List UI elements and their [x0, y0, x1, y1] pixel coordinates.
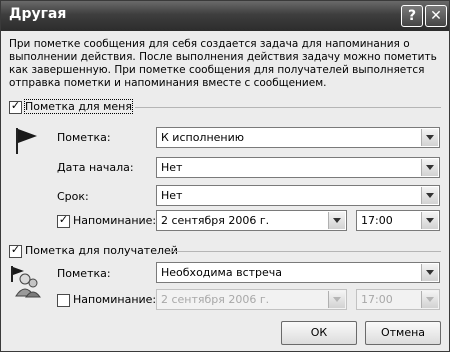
- description-text: При пометке сообщения для себя создается…: [9, 38, 437, 89]
- self-reminder-date-select[interactable]: 2 сентября 2006 г.: [156, 210, 347, 231]
- self-reminder-time-select[interactable]: 17:00: [356, 210, 440, 231]
- start-date-select[interactable]: Нет: [156, 157, 440, 178]
- recipient-flag-icon: [11, 266, 41, 298]
- self-flag-checkbox[interactable]: ✓: [9, 99, 22, 114]
- due-date-select[interactable]: Нет: [156, 185, 440, 206]
- checkmark-icon: ✓: [10, 99, 21, 112]
- ok-button[interactable]: ОК: [281, 321, 357, 345]
- section-divider: [167, 251, 441, 252]
- help-button[interactable]: ?: [401, 5, 423, 27]
- due-date-label: Срок:: [57, 190, 89, 203]
- recipients-reminder-date-select[interactable]: 2 сентября 2006 г.: [156, 289, 347, 310]
- checkmark-icon: ✓: [58, 213, 69, 226]
- self-reminder-label: Напоминание:: [73, 214, 157, 227]
- recipients-reminder-time-select[interactable]: 17:00: [356, 289, 440, 310]
- checkmark-icon: ✓: [10, 243, 21, 256]
- self-flag-label: Пометка для меня: [24, 99, 133, 114]
- recipients-flag-checkbox[interactable]: ✓: [9, 243, 22, 258]
- start-date-label: Дата начала:: [57, 161, 134, 174]
- recipients-flag-type-select[interactable]: Необходима встреча: [156, 262, 440, 283]
- chevron-down-icon[interactable]: [421, 291, 438, 308]
- chevron-down-icon[interactable]: [328, 212, 345, 229]
- chevron-down-icon[interactable]: [328, 291, 345, 308]
- chevron-down-icon[interactable]: [421, 187, 438, 204]
- flag-icon: [16, 128, 37, 154]
- recipients-reminder-date-value: 2 сентября 2006 г.: [161, 293, 270, 306]
- title-bar: Другая ? ✕: [1, 1, 449, 31]
- start-date-value: Нет: [161, 161, 183, 174]
- self-flag-type-label: Пометка:: [57, 131, 111, 144]
- due-date-value: Нет: [161, 189, 183, 202]
- self-flag-type-select[interactable]: К исполнению: [156, 127, 440, 148]
- section-divider: [135, 107, 441, 108]
- recipients-flag-type-value: Необходима встреча: [161, 266, 283, 279]
- chevron-down-icon[interactable]: [421, 212, 438, 229]
- close-button[interactable]: ✕: [425, 5, 447, 27]
- window-title: Другая: [9, 6, 67, 22]
- recipients-flag-label: Пометка для получателей: [25, 244, 178, 257]
- self-reminder-time-value: 17:00: [361, 214, 393, 227]
- cancel-button[interactable]: Отмена: [365, 321, 441, 345]
- recipients-flag-type-label: Пометка:: [57, 267, 111, 280]
- chevron-down-icon[interactable]: [421, 159, 438, 176]
- chevron-down-icon[interactable]: [421, 264, 438, 281]
- self-flag-type-value: К исполнению: [161, 131, 245, 144]
- self-reminder-date-value: 2 сентября 2006 г.: [161, 214, 270, 227]
- chevron-down-icon[interactable]: [421, 129, 438, 146]
- recipients-reminder-label: Напоминание:: [73, 293, 157, 306]
- recipients-reminder-checkbox[interactable]: [57, 294, 70, 307]
- dialog-window: Другая ? ✕ При пометке сообщения для себ…: [0, 0, 450, 352]
- recipients-reminder-time-value: 17:00: [361, 293, 393, 306]
- self-reminder-checkbox[interactable]: ✓: [57, 213, 70, 228]
